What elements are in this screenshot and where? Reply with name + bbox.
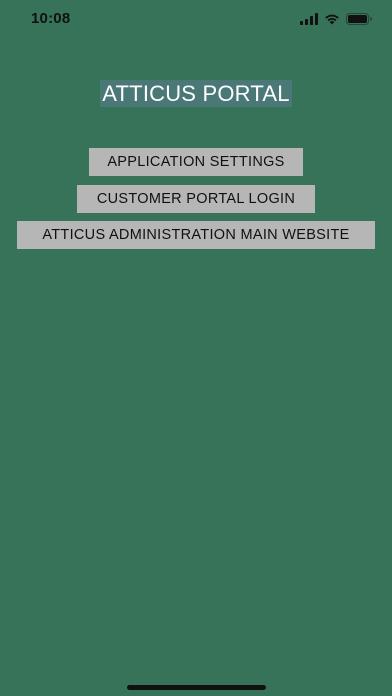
page-title: ATTICUS PORTAL (100, 80, 292, 107)
battery-icon (346, 13, 372, 25)
wifi-icon (324, 13, 340, 25)
status-time: 10:08 (31, 10, 71, 27)
home-indicator[interactable] (127, 685, 266, 690)
main-website-button[interactable]: ATTICUS ADMINISTRATION MAIN WEBSITE (17, 221, 375, 249)
title-container: ATTICUS PORTAL (0, 80, 392, 107)
signal-icon (300, 13, 318, 25)
application-settings-button[interactable]: APPLICATION SETTINGS (89, 148, 303, 176)
customer-portal-login-button[interactable]: CUSTOMER PORTAL LOGIN (77, 185, 315, 213)
status-bar: 10:08 (0, 0, 392, 40)
status-icons (300, 13, 372, 25)
